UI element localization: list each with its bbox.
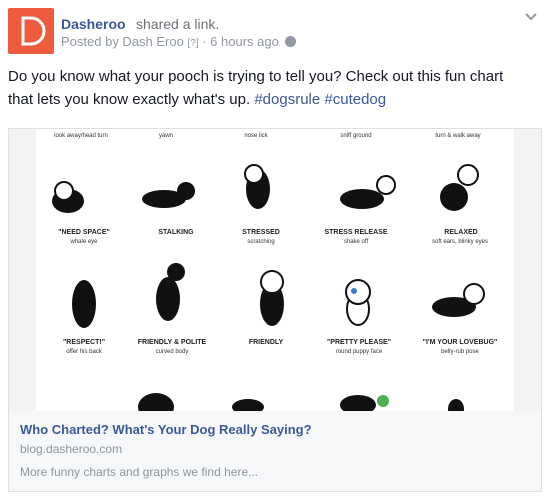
chart-subcaption: offer his back	[66, 349, 102, 355]
dog-chart-image: look away/head turn yawn nose lick sniff…	[36, 129, 514, 411]
post-time[interactable]: · 6 hours ago	[202, 34, 279, 49]
chart-top-label: nose lick	[244, 133, 268, 139]
chart-top-label: yawn	[158, 133, 173, 139]
help-link[interactable]: [?]	[187, 38, 198, 49]
chart-subcaption: scratching	[247, 239, 275, 245]
dog-illustrations	[52, 164, 485, 411]
link-title[interactable]: Who Charted? What's Your Dog Really Sayi…	[20, 422, 312, 437]
posted-line: Posted by Dash Eroo [?] · 6 hours ago	[61, 34, 297, 49]
link-description: More funny charts and graphs we find her…	[20, 465, 259, 479]
chart-caption: "NEED SPACE"	[58, 229, 110, 236]
chart-subcaption: curved body	[155, 349, 189, 355]
link-preview-info[interactable]: Who Charted? What's Your Dog Really Sayi…	[9, 411, 541, 491]
dasheroo-logo-icon	[21, 16, 46, 46]
chart-caption: FRIENDLY & POLITE	[137, 339, 207, 346]
globe-icon[interactable]	[285, 36, 297, 47]
chart-caption: FRIENDLY	[248, 339, 284, 346]
chart-caption: "PRETTY PLEASE"	[326, 339, 392, 346]
chart-top-label: look away/head turn	[54, 133, 108, 139]
chevron-down-icon[interactable]	[524, 12, 538, 22]
chart-caption: STRESSED	[242, 229, 280, 236]
post-message: Do you know what your pooch is trying to…	[8, 65, 528, 111]
hashtag-dogsrule[interactable]: #dogsrule	[254, 91, 320, 108]
chart-caption: "RESPECT!"	[62, 339, 106, 346]
chart-subcaption: shake off	[343, 239, 369, 245]
chart-subcaption: whale eye	[70, 239, 98, 245]
link-preview-card[interactable]: look away/head turn yawn nose lick sniff…	[8, 128, 542, 492]
page-avatar[interactable]	[8, 8, 54, 54]
chart-top-label: sniff ground	[340, 133, 372, 139]
posted-by[interactable]: Posted by Dash Eroo	[61, 34, 184, 49]
link-preview-image[interactable]: look away/head turn yawn nose lick sniff…	[9, 129, 541, 411]
page-name-link[interactable]: Dasheroo	[61, 16, 126, 32]
chart-caption: STRESS RELEASE	[324, 229, 388, 236]
chart-caption: RELAXED	[444, 229, 478, 236]
chart-subcaption: round puppy face	[335, 349, 383, 355]
shared-text: shared a link.	[136, 16, 220, 32]
link-domain: blog.dasheroo.com	[20, 442, 123, 456]
chart-caption: STALKING	[158, 229, 194, 236]
hashtag-cutedog[interactable]: #cutedog	[324, 91, 386, 108]
post-header: Dasheroo shared a link. Posted by Dash E…	[8, 8, 542, 58]
chart-top-label: turn & walk away	[435, 133, 481, 139]
chart-subcaption: belly-rub pose	[441, 349, 479, 355]
chart-caption: "I'M YOUR LOVEBUG"	[422, 339, 498, 346]
chart-subcaption: soft ears, blinky eyes	[431, 239, 489, 245]
